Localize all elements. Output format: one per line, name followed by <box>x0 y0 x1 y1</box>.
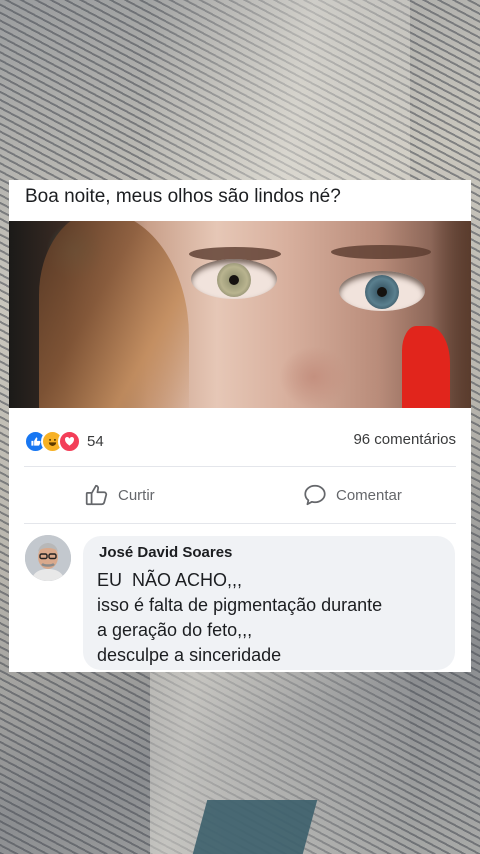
love-icon <box>58 430 81 453</box>
comment-line: desculpe a sinceridade <box>97 645 282 665</box>
commenter-name[interactable]: José David Soares <box>99 544 232 561</box>
right-eyebrow <box>331 245 431 259</box>
facebook-post-card: Boa noite, meus olhos são lindos né? 54 … <box>9 180 471 672</box>
right-pupil <box>377 287 387 297</box>
hair <box>39 221 189 408</box>
post-text: Boa noite, meus olhos são lindos né? <box>25 186 341 207</box>
like-button[interactable]: Curtir <box>84 482 155 508</box>
commenter-avatar[interactable] <box>25 535 71 581</box>
nose <box>279 346 349 408</box>
red-redaction-mark <box>402 326 450 408</box>
comments-count-link[interactable]: 96 comentários <box>353 431 456 448</box>
divider-top <box>24 466 456 467</box>
comment-bubble-icon <box>304 484 326 506</box>
avatar-portrait <box>25 535 71 581</box>
reaction-count: 54 <box>87 433 104 450</box>
post-photo[interactable] <box>9 221 471 408</box>
thumbs-up-icon <box>85 484 108 506</box>
background-object <box>192 800 318 854</box>
left-eye <box>191 259 277 299</box>
comment-line: a geração do feto,,, <box>97 620 253 640</box>
comment-line: isso é falta de pigmentação durante <box>97 595 383 615</box>
comment-bubble: José David Soares EU NÃO ACHO,,, isso é … <box>83 536 455 670</box>
left-iris <box>217 263 251 297</box>
comment-button[interactable]: Comentar <box>302 482 402 508</box>
right-iris <box>365 275 399 309</box>
left-pupil <box>229 275 239 285</box>
comment-text: EU NÃO ACHO,,, isso é falta de pigmentaç… <box>97 568 382 668</box>
comment-label: Comentar <box>336 486 402 504</box>
right-eye <box>339 271 425 311</box>
comment-line: EU NÃO ACHO,,, <box>97 570 243 590</box>
like-label: Curtir <box>118 486 155 504</box>
reactions-summary[interactable]: 54 <box>24 430 104 453</box>
divider-bottom <box>24 523 456 524</box>
